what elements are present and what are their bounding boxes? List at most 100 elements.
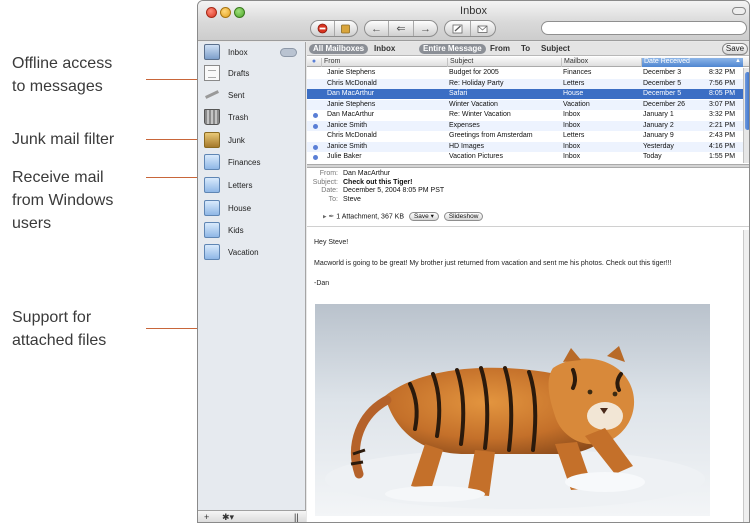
folder-icon — [204, 200, 220, 216]
reply-group: ← ⇐ → — [364, 20, 438, 37]
sidebar-item-sent[interactable]: Sent — [204, 85, 244, 105]
new-message-button[interactable] — [445, 21, 471, 36]
from-value[interactable]: Dan MacArthur — [343, 170, 390, 179]
folder-icon — [204, 222, 220, 238]
sidebar-item-vacation[interactable]: Vacation — [204, 242, 259, 262]
cell-subject: Re: Winter Vacation — [449, 111, 511, 118]
sidebar-item-kids[interactable]: Kids — [204, 220, 244, 240]
sidebar-item-label: Trash — [228, 112, 249, 122]
add-mailbox-button[interactable]: + — [204, 512, 209, 522]
sidebar-item-label: Kids — [228, 225, 244, 235]
from-label: From: — [319, 170, 338, 177]
sidebar-item-house[interactable]: House — [204, 198, 251, 218]
disclosure-triangle-icon[interactable]: ▸ — [323, 213, 327, 220]
column-unread[interactable]: ● — [307, 58, 321, 67]
message-row[interactable]: Janie Stephens Budget for 2005 Finances Dec… — [307, 68, 749, 78]
cell-mailbox: Letters — [563, 79, 585, 87]
toolbar-toggle-button[interactable] — [732, 7, 746, 15]
filter-subject[interactable]: Subject — [541, 44, 570, 54]
sidebar-item-junk[interactable]: Junk — [204, 130, 245, 150]
main-pane: All Mailboxes Inbox Entire Message From … — [307, 42, 749, 522]
cell-time: 3:07 PM — [709, 100, 736, 108]
callout-line: from Windows — [12, 192, 114, 209]
filter-all-mailboxes[interactable]: All Mailboxes — [309, 44, 369, 54]
callout-line: users — [12, 215, 52, 232]
message-row[interactable]: Julie Baker Vacation Pictures Inbox Today 1:… — [307, 152, 749, 162]
scroll-thumb[interactable] — [745, 72, 749, 130]
message-greeting: Hey Steve! — [314, 239, 349, 246]
message-view-scrollbar[interactable] — [743, 230, 749, 522]
cell-time: 2:43 PM — [709, 132, 736, 139]
get-mail-button[interactable] — [471, 21, 496, 36]
callout-line: attached files — [12, 332, 107, 349]
cell-mailbox: Vacation — [563, 100, 590, 108]
attachment-summary: 1 Attachment, 367 KB — [336, 213, 405, 221]
sidebar-item-label: House — [228, 203, 252, 213]
save-attachment-button[interactable]: Save ▾ — [408, 212, 439, 221]
message-row[interactable]: Chris McDonald Re: Holiday Party Letters De… — [307, 78, 749, 89]
filter-to[interactable]: To — [521, 44, 530, 54]
callout-line: Junk mail filter — [12, 131, 115, 148]
forward-icon: → — [420, 22, 431, 35]
save-search-button[interactable]: Save — [722, 43, 748, 55]
delete-button[interactable] — [311, 21, 335, 36]
to-value[interactable]: Steve — [343, 196, 361, 205]
slideshow-button[interactable]: Slideshow — [443, 212, 484, 221]
reply-all-button[interactable]: ⇐ — [389, 21, 414, 36]
cell-subject: HD Images — [449, 142, 485, 150]
cell-date: January 9 — [643, 132, 674, 139]
sidebar-item-drafts[interactable]: Drafts — [204, 63, 249, 83]
cell-mailbox: Inbox — [563, 121, 581, 129]
sort-ascending-icon: ▲ — [735, 58, 741, 64]
message-row[interactable]: Janice Smith Expenses Inbox January 2 2:21 P… — [307, 120, 749, 131]
message-row[interactable]: Chris McDonald Greetings from Amsterdam Le… — [307, 131, 749, 141]
cell-time: 1:55 PM — [709, 153, 736, 160]
filter-inbox[interactable]: Inbox — [374, 44, 395, 54]
callout-windows-mail: Receive mail from Windows users — [12, 166, 113, 235]
message-row[interactable]: Janie Stephens Winter Vacation Vacation Dec… — [307, 99, 749, 110]
sidebar-item-letters[interactable]: Letters — [204, 175, 252, 195]
cell-mailbox: Inbox — [563, 142, 581, 150]
drafts-icon — [204, 65, 220, 81]
folder-icon — [204, 154, 220, 170]
reply-icon: ← — [371, 22, 382, 35]
column-date-received[interactable]: Date Received — [641, 58, 743, 67]
sidebar-item-trash[interactable]: Trash — [204, 107, 248, 127]
callout-line: Offline access — [12, 55, 113, 72]
message-list-header: ● From Subject Mailbox Date Received ▲ — [307, 57, 749, 67]
message-list-scrollbar[interactable] — [743, 68, 749, 163]
column-from[interactable]: From — [321, 58, 447, 67]
column-mailbox[interactable]: Mailbox — [561, 58, 641, 67]
search-field[interactable] — [541, 21, 747, 35]
cell-from: Dan MacArthur — [327, 111, 375, 118]
message-row[interactable]: Janice Smith HD Images Inbox Yesterday 4:16 … — [307, 141, 749, 152]
search-filter-bar: All Mailboxes Inbox Entire Message From … — [307, 42, 749, 56]
action-menu-button[interactable]: ✱▾ — [222, 512, 234, 522]
sidebar-item-label: Junk — [228, 135, 245, 145]
subject-label: Subject: — [312, 178, 338, 186]
cell-date: December 3 — [643, 69, 682, 76]
reply-button[interactable]: ← — [365, 21, 389, 36]
sent-icon — [204, 87, 220, 103]
pane-splitter[interactable] — [307, 164, 749, 168]
junk-button[interactable] — [335, 21, 358, 36]
sidebar-item-inbox[interactable]: Inbox — [204, 42, 248, 62]
message-row[interactable]: Dan MacArthur Safari House December 5 8:05 P… — [307, 89, 749, 99]
filter-from[interactable]: From — [490, 44, 510, 54]
sidebar-resize-handle[interactable]: || — [294, 512, 299, 522]
callout-line: to messages — [12, 78, 103, 95]
unread-dot-icon — [313, 113, 318, 118]
cell-subject: Expenses — [449, 121, 480, 129]
cell-time: 8:05 PM — [709, 90, 736, 97]
forward-button[interactable]: → — [414, 21, 437, 36]
filter-entire-message[interactable]: Entire Message — [419, 44, 486, 54]
cell-from: Janie Stephens — [327, 100, 376, 108]
header-divider — [307, 226, 749, 227]
attached-tiger-photo[interactable] — [315, 304, 710, 516]
callout-line: Receive mail — [12, 169, 104, 186]
cell-time: 4:16 PM — [709, 142, 736, 150]
column-subject[interactable]: Subject — [447, 58, 561, 67]
callout-attachments: Support for attached files — [12, 306, 106, 352]
sidebar-item-finances[interactable]: Finances — [204, 152, 260, 172]
message-row[interactable]: Dan MacArthur Re: Winter Vacation Inbox Jan… — [307, 110, 749, 120]
